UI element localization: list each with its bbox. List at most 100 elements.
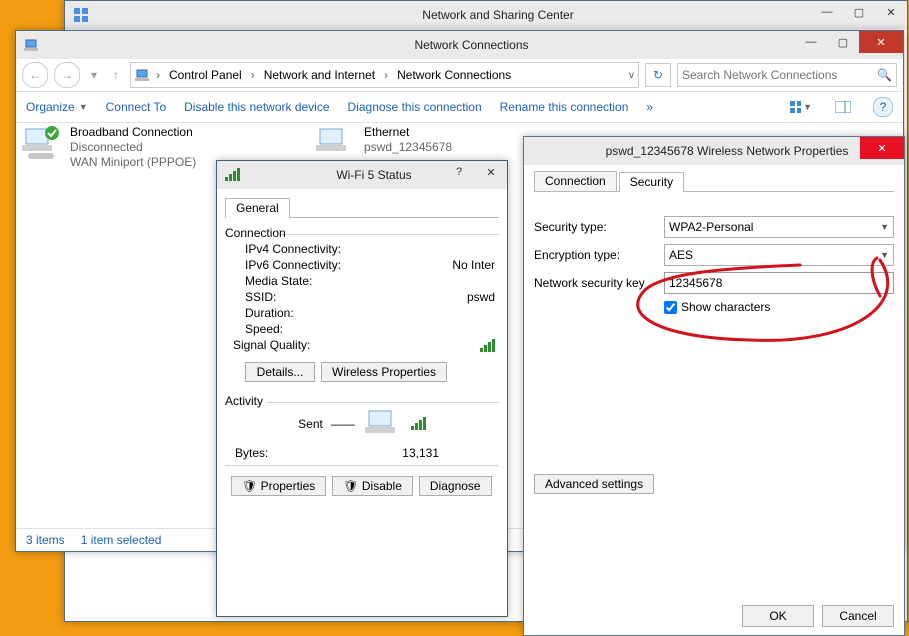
crumb-control-panel[interactable]: Control Panel: [165, 67, 246, 83]
shield-icon: 🛡: [343, 479, 358, 493]
preview-pane-button[interactable]: [831, 96, 855, 118]
search-box[interactable]: 🔍: [677, 63, 897, 87]
control-panel-icon: [135, 67, 151, 83]
connection-name: Broadband Connection: [70, 125, 196, 140]
connect-to-button[interactable]: Connect To: [106, 100, 167, 114]
network-key-label: Network security key: [534, 276, 664, 290]
ipv4-label: IPv4 Connectivity:: [245, 242, 495, 256]
media-state-label: Media State:: [245, 274, 495, 288]
view-options-button[interactable]: ▼: [789, 96, 813, 118]
crumb-network-connections[interactable]: Network Connections: [393, 67, 515, 83]
titlebar[interactable]: Wi-Fi 5 Status ? ✕: [217, 161, 507, 189]
more-commands[interactable]: »: [646, 100, 653, 114]
security-type-value: WPA2-Personal: [669, 220, 753, 234]
bytes-sent: 13,131: [402, 446, 499, 460]
window-title: Network and Sharing Center: [89, 8, 907, 22]
wireless-properties-dialog: pswd_12345678 Wireless Network Propertie…: [523, 136, 905, 636]
disable-button[interactable]: 🛡 Disable: [332, 476, 413, 496]
ssid-value: pswd: [467, 290, 499, 304]
ok-button[interactable]: OK: [742, 605, 814, 627]
chevron-right-icon: ›: [153, 68, 163, 82]
disable-device-button[interactable]: Disable this network device: [184, 100, 329, 114]
crumb-network-internet[interactable]: Network and Internet: [260, 67, 379, 83]
titlebar[interactable]: Network Connections — ▢ ✕: [16, 31, 903, 59]
tab-general[interactable]: General: [225, 198, 290, 218]
tab-strip: General: [225, 197, 499, 218]
chevron-down-icon: ▼: [803, 102, 812, 112]
close-button[interactable]: ✕: [475, 161, 507, 183]
signal-quality-label: Signal Quality:: [233, 338, 480, 355]
network-icon: [24, 37, 40, 53]
close-button[interactable]: ✕: [860, 137, 904, 159]
network-key-input[interactable]: [664, 272, 894, 294]
section-activity: Activity: [225, 394, 499, 408]
minimize-button[interactable]: —: [795, 31, 827, 53]
close-button[interactable]: ✕: [859, 31, 903, 53]
chevron-right-icon: ›: [381, 68, 391, 82]
refresh-button[interactable]: ↻: [645, 63, 671, 87]
sent-label: Sent: [298, 417, 323, 431]
ipv4-value: [495, 242, 499, 256]
advanced-settings-button[interactable]: Advanced settings: [534, 474, 654, 494]
rename-button[interactable]: Rename this connection: [500, 100, 629, 114]
security-type-combo[interactable]: WPA2-Personal ▼: [664, 216, 894, 238]
diagnose-button[interactable]: Diagnose this connection: [348, 100, 482, 114]
window-title: Network Connections: [40, 38, 903, 52]
security-type-label: Security type:: [534, 220, 664, 234]
connection-item[interactable]: Ethernet pswd_12345678: [316, 125, 551, 161]
connection-status: Disconnected: [70, 140, 196, 155]
breadcrumb[interactable]: › Control Panel › Network and Internet ›…: [130, 62, 639, 88]
maximize-button[interactable]: ▢: [843, 1, 875, 23]
search-input[interactable]: [682, 68, 877, 82]
up-button[interactable]: ↑: [108, 63, 124, 87]
selection-count: 1 item selected: [81, 533, 162, 547]
duration-value: [495, 306, 499, 320]
bytes-label: Bytes:: [235, 446, 402, 460]
speed-value: [495, 322, 499, 336]
titlebar[interactable]: pswd_12345678 Wireless Network Propertie…: [524, 137, 904, 165]
tab-security[interactable]: Security: [619, 172, 684, 192]
forward-button[interactable]: →: [54, 62, 80, 88]
encryption-type-combo[interactable]: AES ▼: [664, 244, 894, 266]
details-button[interactable]: Details...: [245, 362, 315, 382]
control-panel-icon: [73, 7, 89, 23]
ipv6-value: No Inter: [452, 258, 499, 272]
help-button[interactable]: ?: [443, 161, 475, 183]
connection-device: WAN Miniport (PPPOE): [70, 155, 196, 170]
dash-icon: ——: [331, 417, 355, 431]
help-button[interactable]: ?: [873, 97, 893, 117]
ethernet-icon: [316, 125, 356, 161]
maximize-button[interactable]: ▢: [827, 31, 859, 53]
properties-button[interactable]: 🛡 Properties: [231, 476, 326, 496]
chevron-down-icon[interactable]: v: [629, 70, 634, 81]
back-button[interactable]: ←: [22, 62, 48, 88]
diagnose-button[interactable]: Diagnose: [419, 476, 492, 496]
cancel-button[interactable]: Cancel: [822, 605, 894, 627]
show-characters-checkbox[interactable]: [664, 301, 677, 314]
recent-button[interactable]: ▾: [86, 63, 102, 87]
tab-strip: Connection Security: [534, 171, 894, 192]
connection-status: pswd_12345678: [364, 140, 452, 155]
wireless-properties-button[interactable]: Wireless Properties: [321, 362, 447, 382]
shield-icon: 🛡: [242, 479, 257, 493]
signal-icon: [225, 167, 241, 183]
activity-icon: [363, 409, 403, 439]
address-bar: ← → ▾ ↑ › Control Panel › Network and In…: [16, 59, 903, 92]
signal-quality-value: [480, 338, 499, 355]
minimize-button[interactable]: —: [811, 1, 843, 23]
close-button[interactable]: ✕: [875, 1, 907, 23]
show-characters-label: Show characters: [681, 300, 770, 314]
speed-label: Speed:: [245, 322, 495, 336]
chevron-down-icon: ▼: [880, 222, 889, 232]
titlebar[interactable]: Network and Sharing Center — ▢ ✕: [65, 1, 907, 29]
encryption-type-value: AES: [669, 248, 693, 262]
connection-name: Ethernet: [364, 125, 452, 140]
wifi-status-dialog: Wi-Fi 5 Status ? ✕ General Connection IP…: [216, 160, 508, 617]
duration-label: Duration:: [245, 306, 495, 320]
section-connection: Connection: [225, 226, 499, 240]
search-icon: 🔍: [877, 68, 892, 82]
organize-menu[interactable]: Organize ▼: [26, 100, 88, 114]
tab-connection[interactable]: Connection: [534, 171, 617, 191]
media-state-value: [495, 274, 499, 288]
chevron-down-icon: ▼: [79, 102, 88, 112]
